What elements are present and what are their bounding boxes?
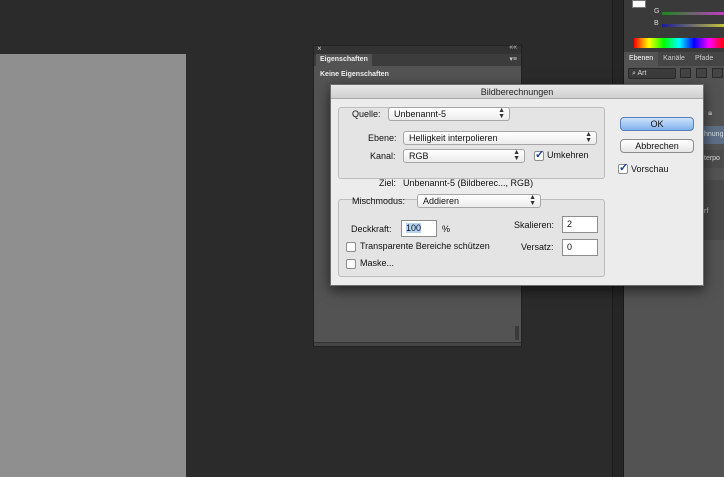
b-channel-label: B bbox=[654, 20, 659, 27]
stepper-arrows-icon: ▲ ▼ bbox=[513, 149, 520, 162]
stepper-arrows-icon: ▲ ▼ bbox=[498, 107, 505, 120]
layer-name: rf bbox=[704, 208, 709, 215]
scale-input[interactable]: 2 bbox=[562, 216, 598, 233]
properties-empty-text: Keine Eigenschaften bbox=[320, 71, 389, 78]
g-channel-label: G bbox=[654, 8, 660, 15]
layers-panel-tabs: Ebenen Kanäle Pfade bbox=[624, 52, 724, 66]
layer-name: hnung bbox=[704, 131, 724, 138]
adjustment-filter-icon[interactable] bbox=[712, 68, 723, 78]
chevron-down-icon[interactable] bbox=[680, 68, 691, 78]
layer-kind-filter-select[interactable]: ⌕ Art bbox=[628, 68, 676, 79]
dialog-title: Bildberechnungen bbox=[331, 85, 703, 99]
opacity-value: 100 bbox=[406, 223, 422, 233]
lock-icon[interactable]: 🔒︎ bbox=[708, 108, 712, 118]
ok-button[interactable]: OK bbox=[620, 117, 694, 131]
opacity-input[interactable]: 100 bbox=[401, 220, 437, 237]
g-channel-slider[interactable] bbox=[662, 12, 724, 15]
collapse-icon[interactable]: «« bbox=[509, 44, 517, 51]
cancel-button[interactable]: Abbrechen bbox=[620, 139, 694, 153]
tab-layers[interactable]: Ebenen bbox=[624, 52, 659, 66]
image-filter-icon[interactable] bbox=[696, 68, 707, 78]
panel-tabbar: Eigenschaften ▾≡ bbox=[314, 54, 521, 66]
panel-menu-icon[interactable]: ▾≡ bbox=[509, 55, 517, 63]
source-value: Unbenannt-5 bbox=[394, 109, 447, 119]
tab-paths[interactable]: Pfade bbox=[690, 52, 718, 66]
tab-channels[interactable]: Kanäle bbox=[658, 52, 690, 66]
target-label: Ziel: bbox=[379, 178, 397, 188]
foreground-color-swatch[interactable] bbox=[632, 0, 646, 8]
search-icon: ⌕ bbox=[632, 70, 636, 77]
invert-checkbox[interactable] bbox=[534, 148, 544, 161]
opacity-label: Deckkraft: bbox=[351, 224, 392, 234]
kind-filter-value: Art bbox=[637, 70, 647, 77]
layer-select[interactable]: Helligkeit interpolieren ▲ ▼ bbox=[403, 131, 597, 145]
preserve-transparency-checkbox[interactable] bbox=[346, 242, 356, 252]
stepper-arrows-icon: ▲ ▼ bbox=[529, 194, 536, 207]
layer-name: terpo bbox=[704, 155, 720, 162]
panel-topbar: × «« bbox=[314, 44, 521, 54]
blend-mode-select[interactable]: Addieren ▲ ▼ bbox=[417, 194, 541, 208]
resize-handle[interactable] bbox=[314, 342, 521, 346]
layer-label: Ebene: bbox=[368, 133, 397, 143]
source-select[interactable]: Unbenannt-5 ▲ ▼ bbox=[388, 107, 510, 121]
invert-label: Umkehren bbox=[547, 150, 589, 160]
apply-image-dialog: Bildberechnungen Quelle: Unbenannt-5 ▲ ▼ … bbox=[330, 84, 704, 286]
offset-value: 0 bbox=[567, 242, 573, 252]
preview-label: Vorschau bbox=[631, 164, 669, 174]
tab-properties[interactable]: Eigenschaften bbox=[316, 54, 372, 66]
preview-checkbox[interactable] bbox=[618, 161, 628, 174]
mask-label: Maske... bbox=[360, 258, 395, 268]
channel-select[interactable]: RGB ▲ ▼ bbox=[403, 149, 525, 163]
scale-value: 2 bbox=[567, 219, 573, 229]
blend-mode-value: Addieren bbox=[423, 196, 460, 206]
channel-label: Kanal: bbox=[370, 151, 396, 161]
target-value: Unbenannt-5 (Bildberec..., RGB) bbox=[403, 178, 534, 188]
b-channel-slider[interactable] bbox=[662, 24, 724, 27]
scrollbar[interactable] bbox=[515, 326, 519, 340]
preserve-transparency-label: Transparente Bereiche schützen bbox=[360, 241, 490, 251]
layer-value: Helligkeit interpolieren bbox=[409, 133, 498, 143]
blend-mode-label: Mischmodus: bbox=[352, 196, 406, 206]
mask-checkbox[interactable] bbox=[346, 259, 356, 269]
source-label: Quelle: bbox=[352, 109, 381, 119]
scale-label: Skalieren: bbox=[514, 220, 555, 230]
opacity-unit: % bbox=[442, 224, 451, 234]
stepper-arrows-icon: ▲ ▼ bbox=[585, 131, 592, 144]
offset-label: Versatz: bbox=[521, 242, 554, 252]
channel-value: RGB bbox=[409, 151, 429, 161]
offset-input[interactable]: 0 bbox=[562, 239, 598, 256]
document-canvas[interactable] bbox=[0, 54, 186, 477]
close-icon[interactable]: × bbox=[317, 44, 322, 53]
color-spectrum-bar[interactable] bbox=[634, 38, 724, 48]
